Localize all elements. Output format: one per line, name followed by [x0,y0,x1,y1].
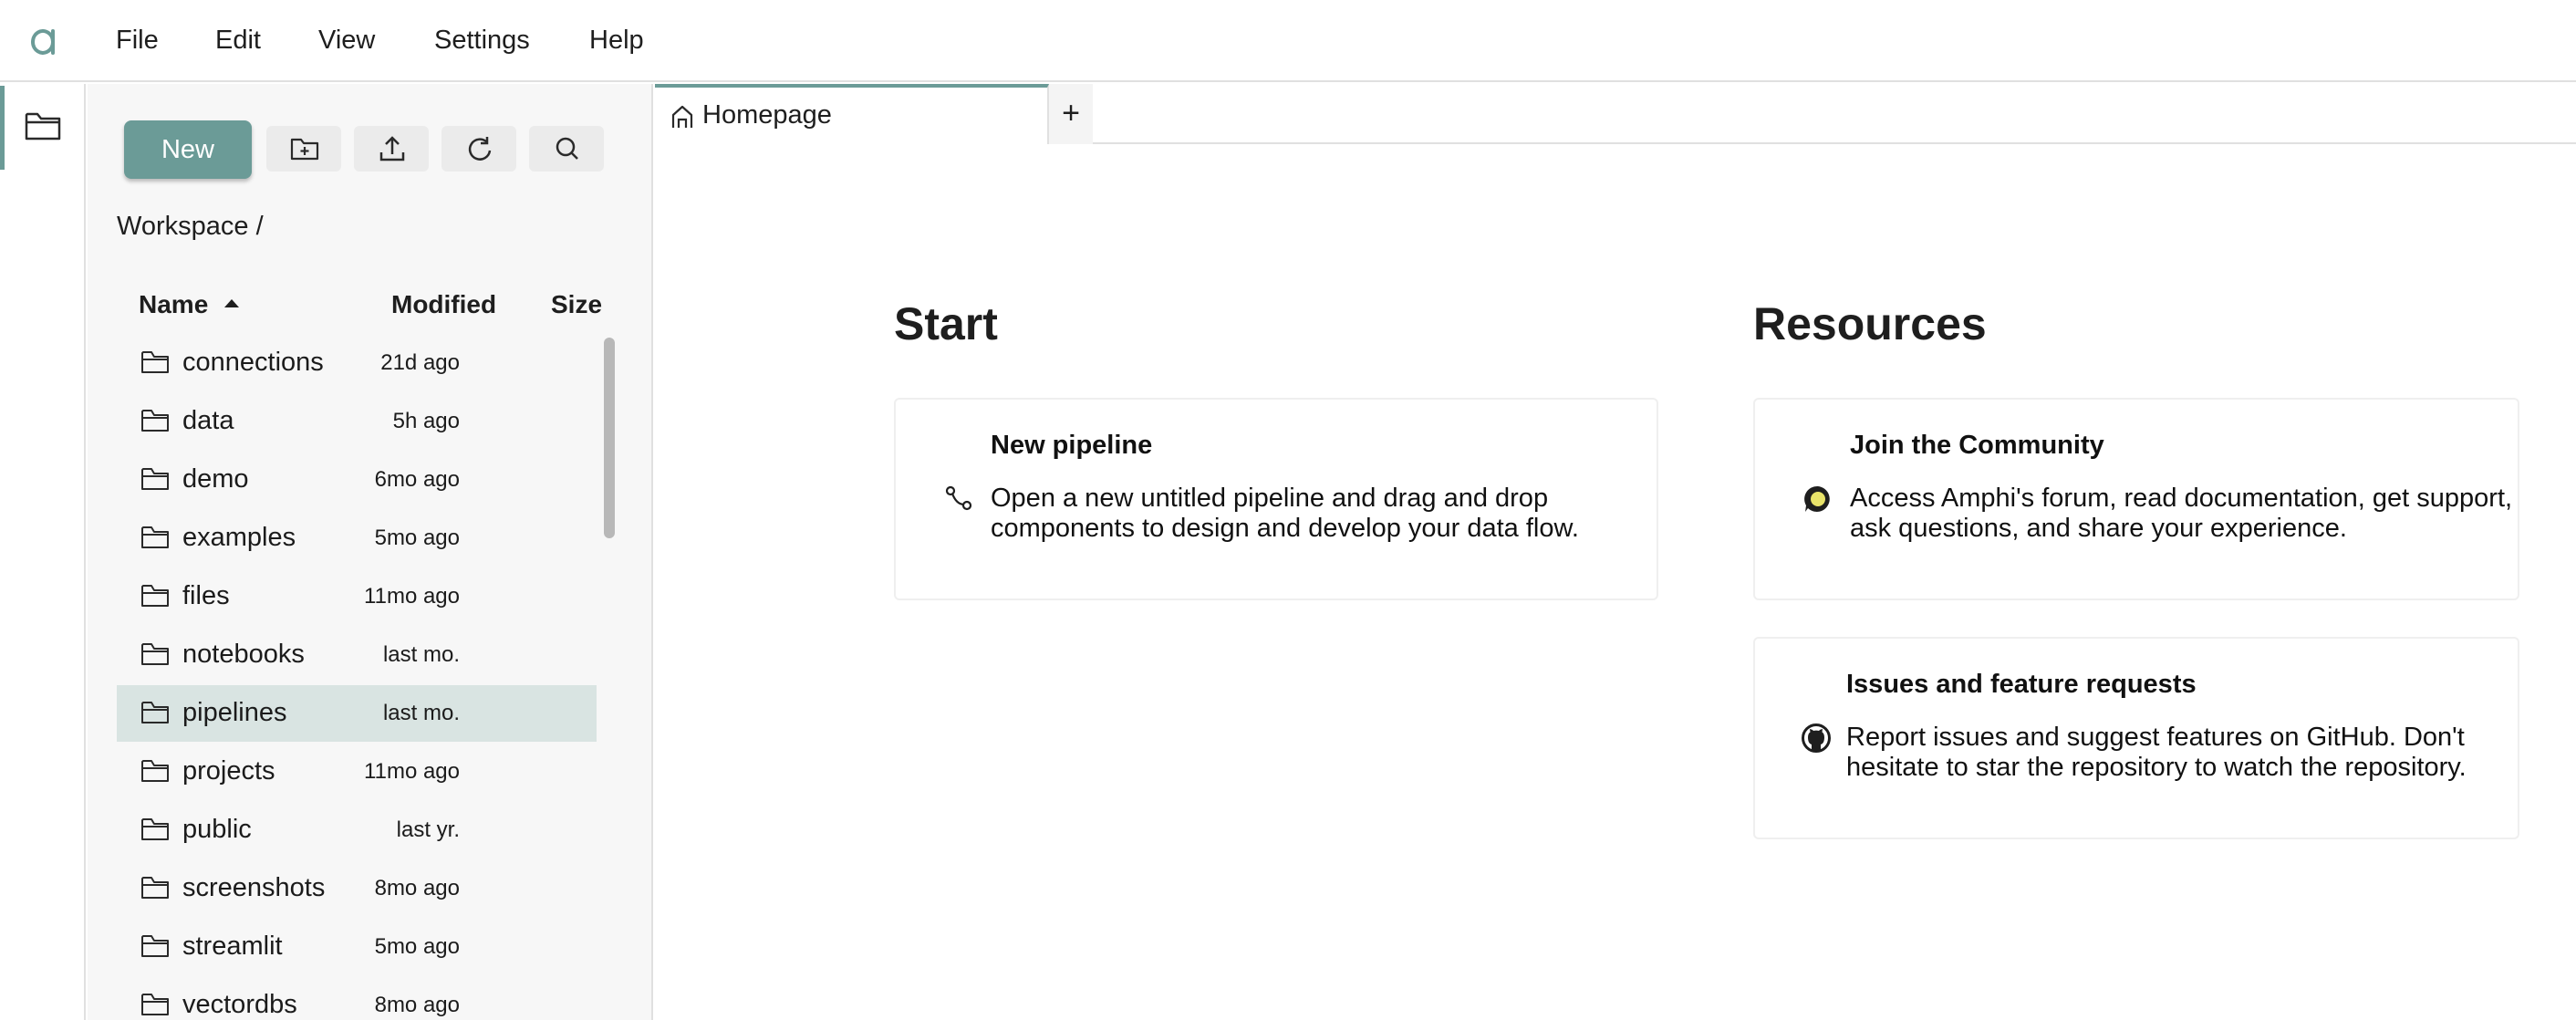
file-row[interactable]: connections 21d ago [117,335,597,391]
file-name: connections [182,348,324,377]
file-modified: 5mo ago [374,526,460,550]
file-modified: last mo. [382,642,460,667]
issues-title: Issues and feature requests [1846,670,2197,699]
folder-icon [141,818,169,840]
forum-chat-icon [1804,485,1830,512]
column-header-name[interactable]: Name [139,290,208,319]
new-folder-button[interactable] [266,126,341,172]
file-modified: 11mo ago [364,759,460,784]
community-title: Join the Community [1850,431,2104,460]
new-pipeline-card[interactable]: New pipeline Open a new untitled pipelin… [894,398,1658,600]
tab-homepage[interactable]: Homepage [655,84,1049,144]
folder-icon [141,877,169,899]
pipeline-icon [945,485,972,511]
file-row[interactable]: vectordbs 8mo ago [117,977,597,1020]
file-name: streamlit [182,932,283,961]
home-icon [671,105,693,128]
file-row[interactable]: projects 11mo ago [117,744,597,800]
file-row[interactable]: data 5h ago [117,393,597,450]
file-modified: 6mo ago [374,467,460,492]
file-name: public [182,815,252,844]
issues-description: Report issues and suggest features on Gi… [1846,723,2467,782]
amphi-logo-icon[interactable] [26,22,62,58]
file-name: pipelines [182,698,287,727]
community-card[interactable]: Join the Community Access Amphi's forum,… [1753,398,2519,600]
file-name: examples [182,523,296,552]
file-modified: 5h ago [392,409,460,433]
menu-edit[interactable]: Edit [215,22,261,58]
file-name: demo [182,464,249,494]
column-header-modified[interactable]: Modified [391,290,496,319]
file-name: data [182,406,234,435]
refresh-icon [468,137,492,161]
upload-icon [379,136,405,161]
file-row[interactable]: streamlit 5mo ago [117,919,597,975]
search-icon [556,137,578,160]
file-name: files [182,581,230,610]
folder-icon [141,935,169,957]
file-modified: 5mo ago [374,934,460,959]
activity-bar [0,84,86,1020]
file-row[interactable]: notebooks last mo. [117,627,597,683]
menu-bar: File Edit View Settings Help [0,0,2576,82]
file-modified: 11mo ago [364,584,460,609]
file-name: screenshots [182,873,326,902]
menu-file[interactable]: File [116,22,159,58]
folder-icon [141,351,169,373]
start-heading: Start [894,298,998,349]
file-name: projects [182,756,275,786]
file-modified: last yr. [396,817,460,842]
menu-view[interactable]: View [318,22,375,58]
folder-icon [141,526,169,548]
file-row[interactable]: public last yr. [117,802,597,859]
file-name: vectordbs [182,990,297,1019]
folder-icon [141,760,169,782]
file-browser-tab[interactable] [0,84,86,172]
add-tab-button[interactable]: + [1049,84,1093,144]
file-modified: last mo. [382,701,460,725]
file-modified: 8mo ago [374,876,460,900]
file-modified: 21d ago [380,350,460,375]
file-row[interactable]: demo 6mo ago [117,452,597,508]
folder-icon [141,994,169,1015]
upload-button[interactable] [354,126,429,172]
refresh-button[interactable] [441,126,516,172]
folder-icon [141,585,169,607]
community-description: Access Amphi's forum, read documentation… [1850,484,2513,543]
file-name: notebooks [182,640,305,669]
column-header-size[interactable]: Size [551,290,602,319]
file-browser-panel: New Workspace / Name Modified Size conne… [88,84,653,1020]
folder-icon [141,468,169,490]
folder-icon [141,702,169,723]
file-row[interactable]: screenshots 8mo ago [117,860,597,917]
new-pipeline-description: Open a new untitled pipeline and drag an… [991,484,1579,543]
active-tab-indicator [0,86,5,170]
file-modified: 8mo ago [374,993,460,1017]
resources-heading: Resources [1753,298,1987,349]
sort-ascending-icon [224,299,239,307]
github-icon [1802,723,1831,753]
file-row[interactable]: examples 5mo ago [117,510,597,567]
file-row[interactable]: pipelines last mo. [117,685,597,742]
new-button[interactable]: New [124,120,252,179]
search-button[interactable] [529,126,604,172]
new-folder-icon [290,138,319,161]
menu-help[interactable]: Help [589,22,644,58]
file-row[interactable]: files 11mo ago [117,568,597,625]
file-list-scrollbar[interactable] [604,338,615,538]
breadcrumb[interactable]: Workspace / [117,212,264,242]
menu-settings[interactable]: Settings [434,22,530,58]
new-pipeline-title: New pipeline [991,431,1153,460]
tab-homepage-label: Homepage [702,100,832,130]
folder-icon [141,643,169,665]
folder-icon [141,410,169,432]
tab-bar: Homepage + [655,84,2576,144]
issues-card[interactable]: Issues and feature requests Report issue… [1753,637,2519,839]
folder-icon [25,112,61,141]
